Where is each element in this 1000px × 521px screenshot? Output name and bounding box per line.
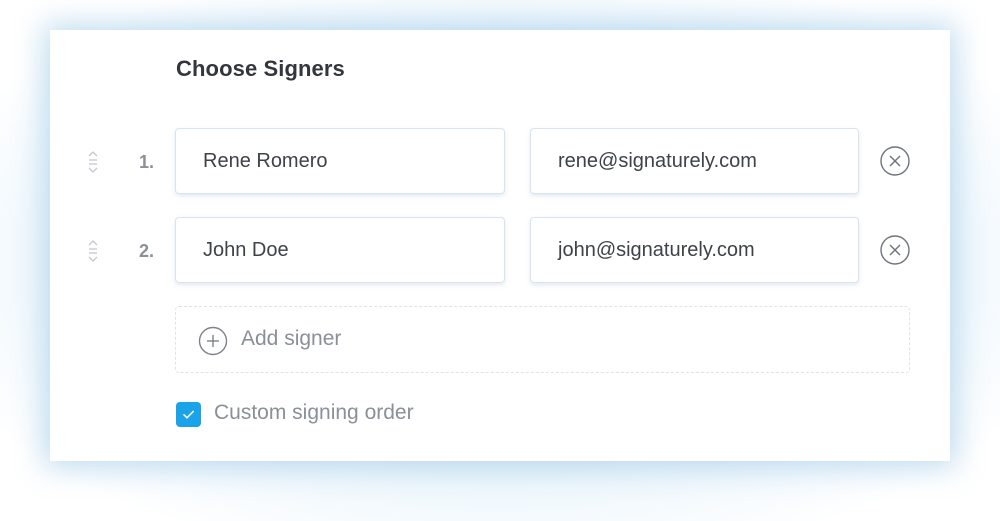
close-circle-icon[interactable] bbox=[879, 234, 911, 266]
checkmark-icon bbox=[183, 410, 194, 419]
choose-signers-card: Choose Signers 1. Rene Romero rene@signa… bbox=[50, 30, 950, 461]
plus-circle-icon bbox=[198, 326, 228, 356]
signer-email-input[interactable]: john@signaturely.com bbox=[530, 217, 859, 283]
page-background: Choose Signers 1. Rene Romero rene@signa… bbox=[0, 0, 1000, 521]
add-signer-button[interactable]: Add signer bbox=[175, 306, 910, 373]
close-circle-icon[interactable] bbox=[879, 145, 911, 177]
drag-handle-icon[interactable] bbox=[86, 238, 100, 264]
custom-order-label: Custom signing order bbox=[214, 401, 414, 424]
signer-email-input[interactable]: rene@signaturely.com bbox=[530, 128, 859, 194]
page-title: Choose Signers bbox=[176, 56, 345, 81]
drag-handle-icon[interactable] bbox=[86, 149, 100, 175]
signer-name-input[interactable]: Rene Romero bbox=[175, 128, 505, 194]
signer-number: 1. bbox=[138, 152, 154, 172]
custom-order-checkbox[interactable] bbox=[176, 402, 201, 427]
add-signer-label: Add signer bbox=[241, 327, 342, 350]
signer-name-input[interactable]: John Doe bbox=[175, 217, 505, 283]
signer-number: 2. bbox=[138, 241, 154, 261]
